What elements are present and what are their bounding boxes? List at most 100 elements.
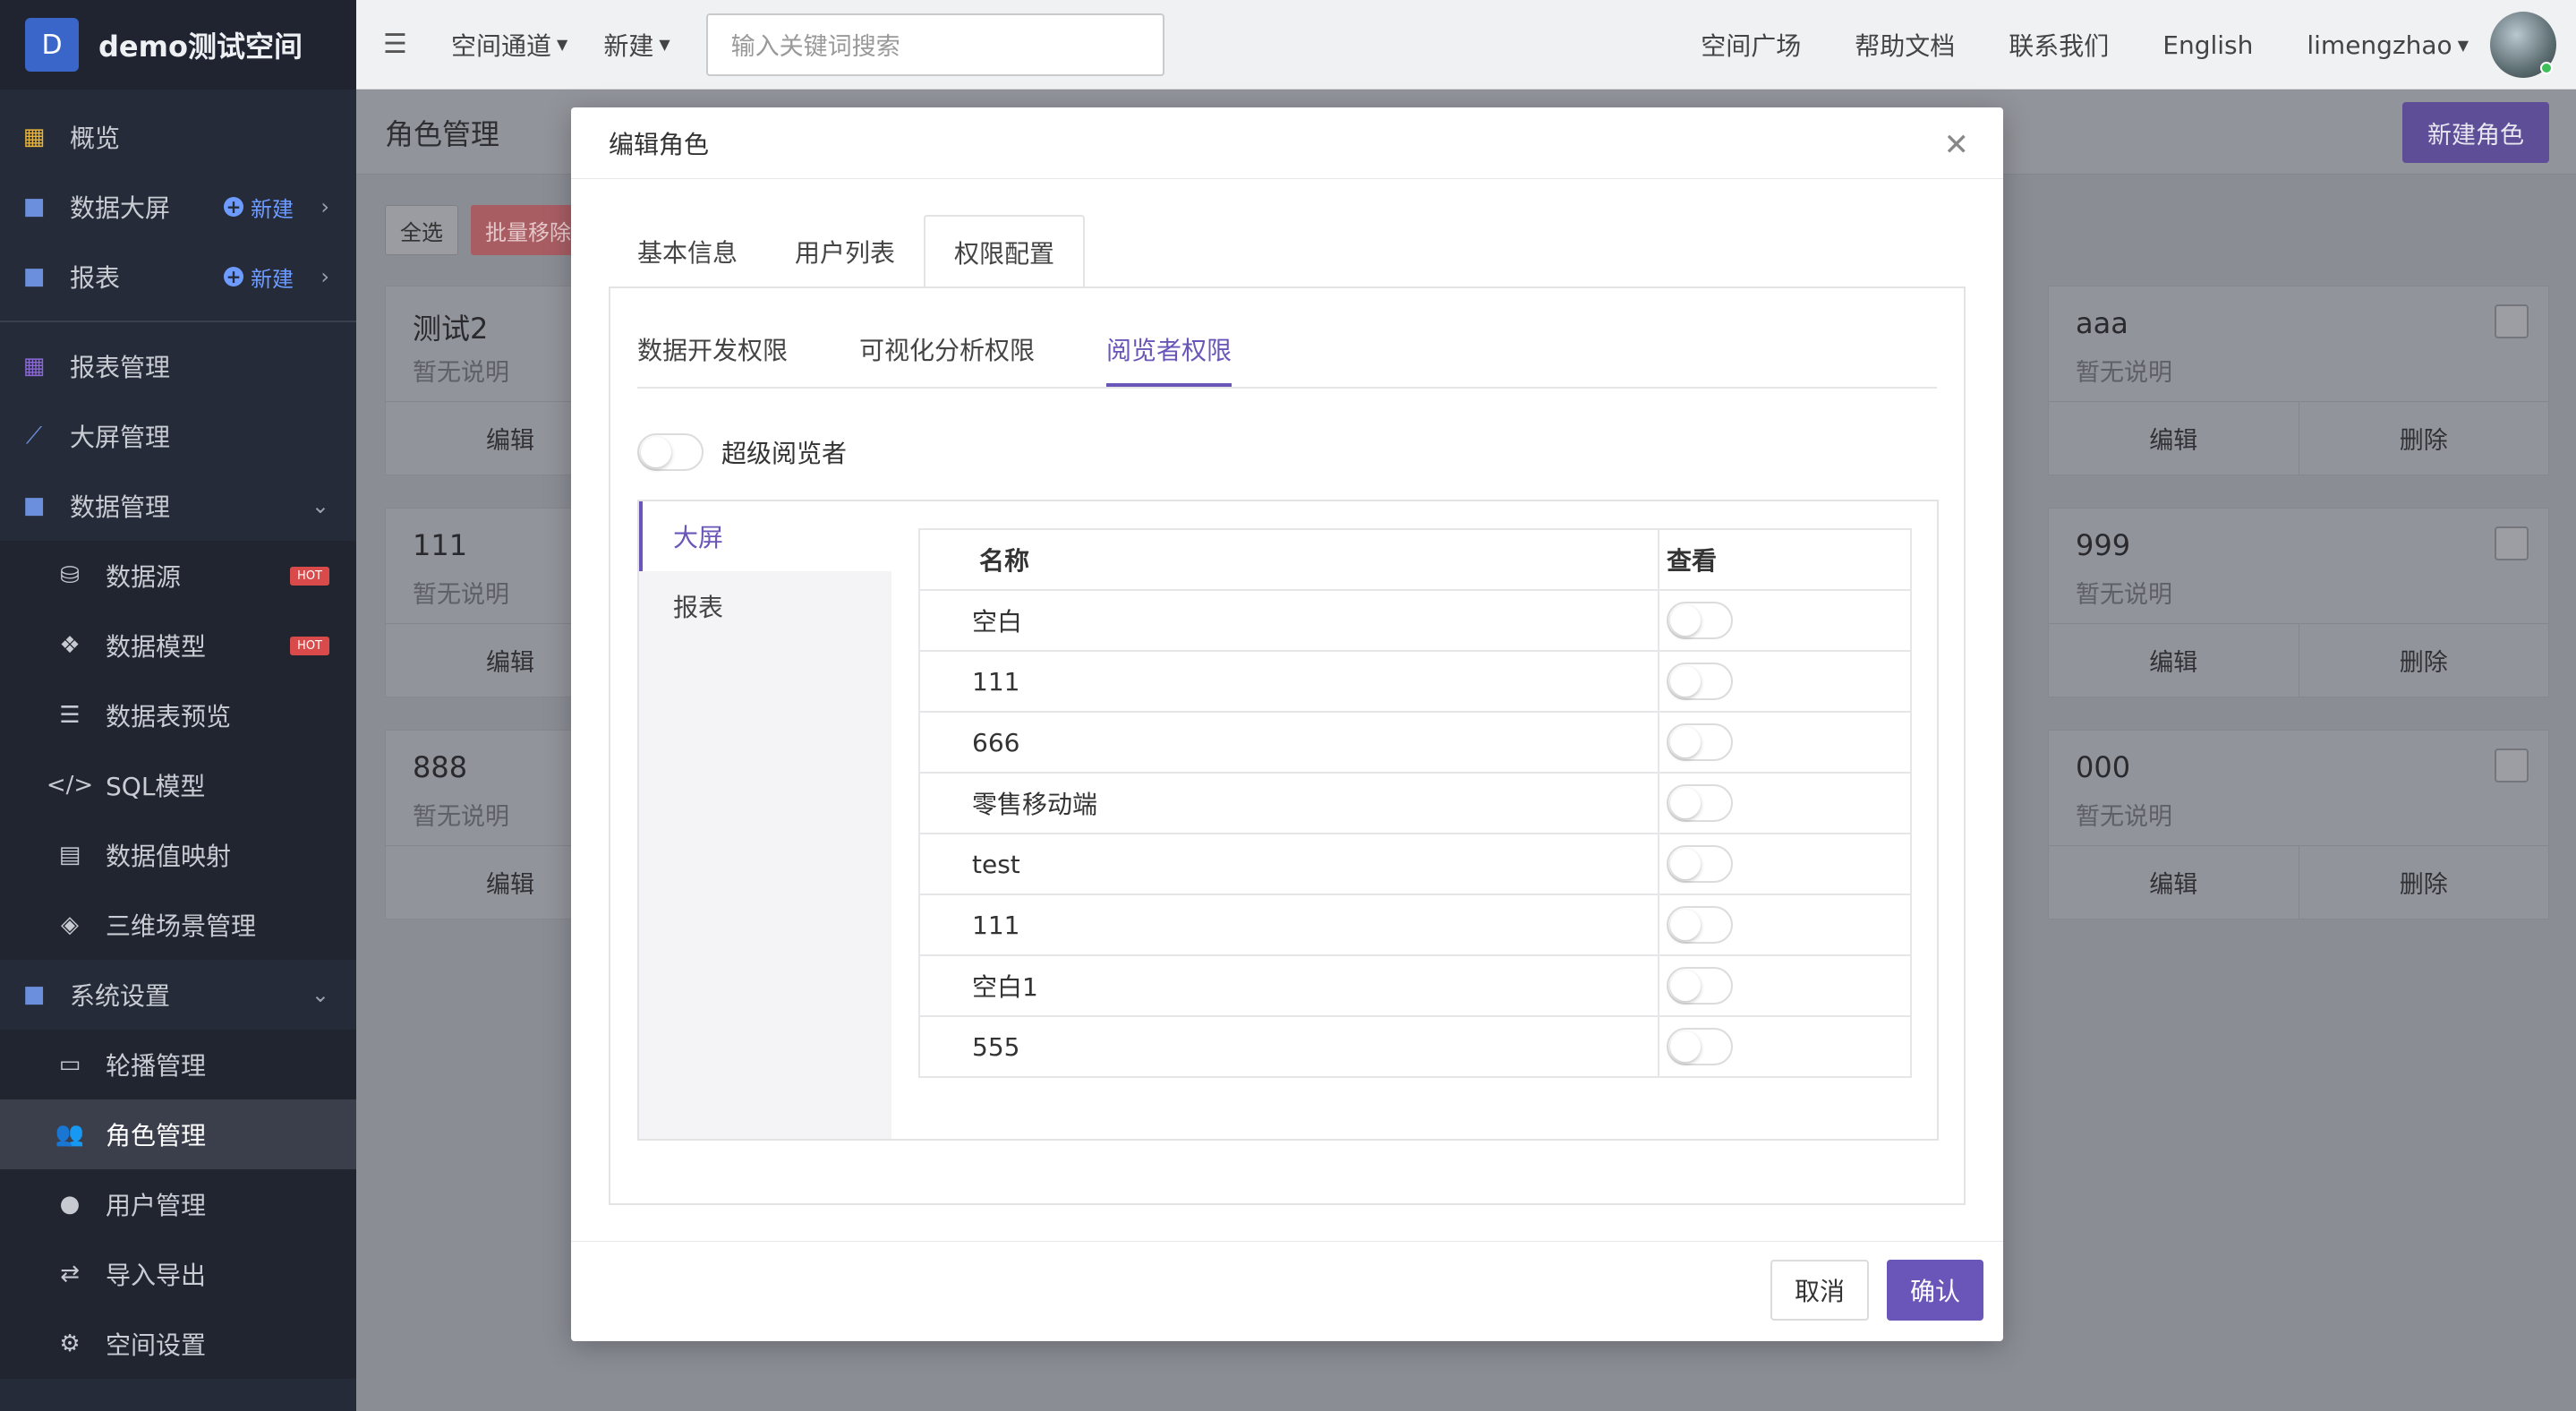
new-role-button[interactable]: 新建角色 <box>2402 102 2549 163</box>
online-status-dot <box>2540 62 2553 74</box>
role-card-title: aaa <box>2076 306 2128 340</box>
sidebar-item-data-manage[interactable]: ■ 数据管理 ⌄ <box>0 471 356 541</box>
resource-name: 零售移动端 <box>918 772 1659 834</box>
role-delete-button[interactable]: 删除 <box>2298 846 2549 919</box>
permission-panel: 数据开发权限 可视化分析权限 阅览者权限 超级阅览者 大屏 报表 名称 查看 空… <box>609 286 1966 1205</box>
help-docs-link[interactable]: 帮助文档 <box>1855 27 1955 63</box>
confirm-button[interactable]: 确认 <box>1887 1260 1983 1321</box>
modal-footer: 取消 确认 <box>571 1241 2003 1341</box>
sidebar-item-table-preview[interactable]: ☰ 数据表预览 <box>0 680 356 750</box>
book-icon: ▤ <box>58 842 81 868</box>
sidebar-item-datasource[interactable]: ⛁ 数据源 HOT <box>0 541 356 611</box>
role-edit-button[interactable]: 编辑 <box>2049 624 2299 697</box>
table-row: 555 <box>918 1015 1912 1078</box>
sidebar-item-role-manage[interactable]: 👥 角色管理 <box>0 1099 356 1169</box>
space-channel-dropdown[interactable]: 空间通道 ▼ <box>451 27 567 63</box>
sidebar-item-report-manage[interactable]: ▦ 报表管理 <box>0 331 356 401</box>
sidebar-item-sql-model[interactable]: </> SQL模型 <box>0 750 356 820</box>
super-viewer-toggle[interactable] <box>637 433 704 471</box>
monitor-icon: ▭ <box>58 1051 81 1078</box>
chevron-right-icon: › <box>320 264 329 289</box>
folder-icon: ■ <box>22 193 46 220</box>
sidebar-item-overview[interactable]: ▦ 概览 <box>0 102 356 172</box>
cancel-button[interactable]: 取消 <box>1770 1260 1869 1321</box>
view-permission-toggle[interactable] <box>1667 663 1733 700</box>
folder-icon: ■ <box>22 492 46 519</box>
brand-name: demo测试空间 <box>98 30 303 64</box>
role-card-desc: 暂无说明 <box>413 803 509 831</box>
sidebar-item-value-mapping[interactable]: ▤ 数据值映射 <box>0 820 356 890</box>
resource-type-report[interactable]: 报表 <box>639 571 891 641</box>
new-report-link[interactable]: + 新建 <box>224 261 294 293</box>
sidebar-item-3d-scene[interactable]: ◈ 三维场景管理 <box>0 890 356 960</box>
role-edit-button[interactable]: 编辑 <box>2049 846 2299 919</box>
avatar[interactable] <box>2490 12 2556 78</box>
chart-line-icon: ⟋ <box>25 422 43 449</box>
space-channel-label: 空间通道 <box>451 30 552 61</box>
menu-collapse-icon[interactable]: ☰ <box>383 29 415 60</box>
close-icon[interactable]: ✕ <box>1944 127 1970 163</box>
sidebar-item-report[interactable]: ■ 报表 + 新建 › <box>0 242 356 312</box>
space-square-link[interactable]: 空间广场 <box>1701 27 1801 63</box>
batch-remove-button[interactable]: 批量移除 <box>471 205 585 255</box>
new-dropdown[interactable]: 新建 ▼ <box>603 27 670 63</box>
list-icon: ☰ <box>59 702 81 729</box>
subtab-visual-analysis[interactable]: 可视化分析权限 <box>859 315 1035 387</box>
user-dropdown[interactable]: limengzhao ▼ <box>2307 30 2469 60</box>
plus-circle-icon: + <box>224 197 243 217</box>
sidebar-item-user-manage[interactable]: ● 用户管理 <box>0 1169 356 1239</box>
role-card: 999 暂无说明 编辑 删除 <box>2048 508 2549 697</box>
view-permission-toggle[interactable] <box>1667 784 1733 822</box>
resource-name: 111 <box>918 650 1659 713</box>
modal-header: 编辑角色 ✕ <box>571 107 2003 179</box>
sidebar-item-label: 系统设置 <box>70 981 171 1011</box>
language-link[interactable]: English <box>2162 30 2253 60</box>
select-all-button[interactable]: 全选 <box>385 205 458 255</box>
hot-badge: HOT <box>290 636 329 655</box>
chevron-right-icon: › <box>320 194 329 219</box>
exchange-icon: ⇄ <box>60 1261 80 1287</box>
super-viewer-label: 超级阅览者 <box>721 439 848 468</box>
sidebar-item-label: 数据管理 <box>70 492 171 522</box>
modal-title: 编辑角色 <box>609 129 710 159</box>
sidebar-item-data-model[interactable]: ❖ 数据模型 HOT <box>0 611 356 680</box>
view-permission-toggle[interactable] <box>1667 1028 1733 1065</box>
view-permission-toggle[interactable] <box>1667 967 1733 1005</box>
resource-type-screen[interactable]: 大屏 <box>639 501 891 571</box>
subtab-viewer[interactable]: 阅览者权限 <box>1106 315 1233 387</box>
brand[interactable]: D demo测试空间 <box>0 0 356 90</box>
tab-permission-config[interactable]: 权限配置 <box>924 215 1086 288</box>
sidebar-item-label: 报表管理 <box>70 353 171 382</box>
role-delete-button[interactable]: 删除 <box>2298 402 2549 475</box>
users-icon: 👥 <box>55 1121 85 1148</box>
role-card-checkbox[interactable] <box>2495 526 2529 560</box>
table-row: 666 <box>918 711 1912 774</box>
sidebar-item-space-settings[interactable]: ⚙ 空间设置 <box>0 1309 356 1379</box>
role-card-checkbox[interactable] <box>2495 304 2529 338</box>
role-card-desc: 暂无说明 <box>2076 359 2172 387</box>
new-screen-link[interactable]: + 新建 <box>224 192 294 223</box>
subtab-data-dev[interactable]: 数据开发权限 <box>637 315 788 387</box>
chevron-down-icon: ⌄ <box>311 982 329 1007</box>
role-card-desc: 暂无说明 <box>413 359 509 387</box>
role-delete-button[interactable]: 删除 <box>2298 624 2549 697</box>
contact-us-link[interactable]: 联系我们 <box>2009 27 2109 63</box>
tab-user-list[interactable]: 用户列表 <box>766 215 924 288</box>
view-permission-toggle[interactable] <box>1667 723 1733 761</box>
sidebar-item-import-export[interactable]: ⇄ 导入导出 <box>0 1239 356 1309</box>
sidebar-item-system-settings[interactable]: ■ 系统设置 ⌄ <box>0 960 356 1030</box>
view-permission-toggle[interactable] <box>1667 906 1733 944</box>
table-row: 111 <box>918 894 1912 956</box>
sidebar-item-screen-manage[interactable]: ⟋ 大屏管理 <box>0 401 356 471</box>
view-permission-toggle[interactable] <box>1667 602 1733 639</box>
sidebar-item-carousel[interactable]: ▭ 轮播管理 <box>0 1030 356 1099</box>
search-input[interactable]: 输入关键词搜索 <box>705 13 1164 76</box>
sidebar-item-data-screen[interactable]: ■ 数据大屏 + 新建 › <box>0 172 356 242</box>
role-card-checkbox[interactable] <box>2495 748 2529 782</box>
role-card: 000 暂无说明 编辑 删除 <box>2048 730 2549 919</box>
caret-down-icon: ▼ <box>2457 36 2469 54</box>
table-row: test <box>918 833 1912 895</box>
role-edit-button[interactable]: 编辑 <box>2049 402 2299 475</box>
tab-basic-info[interactable]: 基本信息 <box>609 215 766 288</box>
view-permission-toggle[interactable] <box>1667 845 1733 883</box>
